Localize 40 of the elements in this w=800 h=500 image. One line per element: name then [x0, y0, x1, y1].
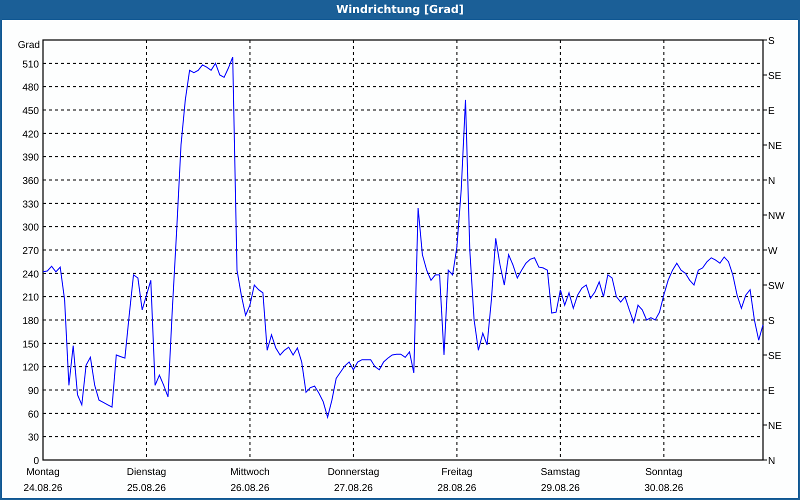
compass-tick-label: NE	[768, 141, 782, 152]
compass-tick-label: NE	[768, 421, 782, 432]
compass-tick-label: E	[768, 106, 775, 117]
window-title: Windrichtung [Grad]	[2, 0, 798, 20]
x-tick-label: Donnerstag 27.08.26	[328, 467, 380, 494]
compass-tick-label: SE	[768, 71, 782, 82]
x-tick-label: Freitag 28.08.26	[437, 467, 476, 494]
x-tick-label: Dienstag 25.08.26	[126, 467, 166, 494]
y-tick-label: 0	[33, 456, 39, 467]
x-tick-label: Mittwoch 26.08.26	[230, 467, 270, 494]
y-tick-label: 90	[28, 386, 39, 397]
y-tick-label: 390	[22, 152, 39, 164]
y-tick-label: 420	[22, 129, 39, 140]
y-tick-label: 150	[22, 339, 39, 350]
x-tick-label: Samstag 29.08.26	[540, 467, 580, 494]
y-tick-label: 30	[28, 432, 39, 444]
compass-tick-label: E	[768, 386, 775, 397]
y-tick-label: 270	[22, 246, 39, 257]
y-tick-label: 210	[22, 292, 39, 304]
y-tick-label: 240	[22, 269, 39, 280]
compass-tick-label: NW	[768, 211, 785, 222]
y-tick-label: 510	[22, 59, 39, 70]
compass-tick-label: S	[768, 36, 775, 47]
compass-tick-label: SW	[768, 281, 784, 292]
y-tick-label: 330	[22, 199, 39, 210]
y-tick-label: 180	[22, 316, 39, 327]
y-tick-label: 450	[22, 106, 39, 117]
x-tick-label: Montag 24.08.26	[24, 467, 62, 494]
y-tick-label: 480	[22, 82, 39, 94]
compass-tick-label: N	[768, 176, 776, 187]
y-tick-label: 60	[28, 409, 39, 420]
compass-tick-label: S	[768, 316, 775, 327]
compass-tick-label: SE	[768, 351, 782, 362]
y-tick-label: 120	[22, 362, 39, 374]
y-axis-label: Grad	[18, 40, 40, 51]
compass-tick-label: N	[768, 456, 776, 467]
y-tick-label: 360	[22, 176, 39, 187]
x-tick-label: Sonntag 30.08.26	[644, 467, 684, 494]
compass-tick-label: W	[768, 246, 778, 257]
y-tick-label: 300	[22, 222, 39, 234]
